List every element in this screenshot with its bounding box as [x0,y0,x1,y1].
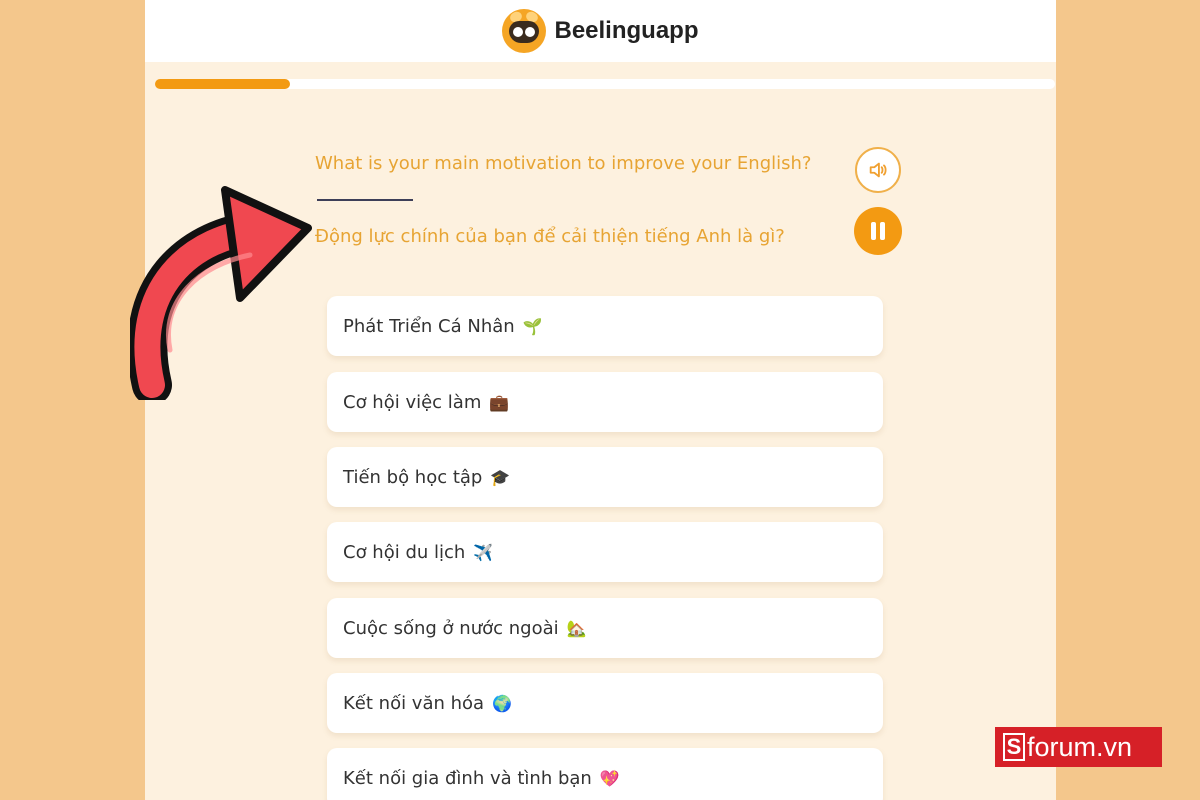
option-label: Cơ hội du lịch [343,541,466,563]
bee-face [509,21,540,43]
option-label: Kết nối văn hóa [343,692,485,714]
question-english: What is your main motivation to improve … [315,153,812,174]
sprout-icon: 🌱 [522,316,543,336]
sforum-logo-box: S [1003,733,1025,761]
option-travel-opportunities[interactable]: Cơ hội du lịch ✈️ [327,522,883,582]
globe-icon: 🌍 [492,693,512,713]
bee-logo-icon [502,9,547,53]
pause-icon [880,222,885,240]
option-life-abroad[interactable]: Cuộc sống ở nước ngoài 🏡 [327,598,883,658]
option-label: Cơ hội việc làm [343,391,482,413]
sforum-text: forum.vn [1027,731,1133,762]
option-academic-progress[interactable]: Tiến bộ học tập 🎓 [327,447,883,507]
graduation-cap-icon: 🎓 [490,467,511,487]
bee-eye-left [513,27,524,37]
option-cultural-connection[interactable]: Kết nối văn hóa 🌍 [327,673,883,733]
app-container: Beelinguapp What is your main motivation… [145,0,1056,800]
brand-name: Beelinguapp [554,17,699,44]
sforum-watermark: S forum.vn [995,727,1162,767]
option-family-friendship[interactable]: Kết nối gia đình và tình bạn 💖 [327,748,883,800]
option-job-opportunities[interactable]: Cơ hội việc làm 💼 [327,372,883,432]
briefcase-icon: 💼 [489,392,510,412]
brand: Beelinguapp [502,9,699,53]
house-icon: 🏡 [566,618,587,638]
option-label: Tiến bộ học tập [343,466,483,488]
red-curved-arrow-icon [130,186,312,400]
progress-fill [155,79,290,89]
bee-eye-right [525,27,536,37]
progress-bar [155,79,1055,89]
option-label: Kết nối gia đình và tình bạn [343,767,592,789]
option-label: Phát Triển Cá Nhân [343,315,515,337]
speaker-icon [869,162,887,178]
top-bar: Beelinguapp [145,0,1056,62]
option-personal-development[interactable]: Phát Triển Cá Nhân 🌱 [327,296,883,356]
pause-button[interactable] [854,207,902,255]
airplane-icon: ✈️ [473,542,494,562]
pause-icon [871,222,876,240]
option-label: Cuộc sống ở nước ngoài [343,617,559,639]
sound-button[interactable] [855,147,901,193]
heart-icon: 💖 [599,768,620,788]
question-vietnamese: Động lực chính của bạn để cải thiện tiến… [315,226,785,247]
question-divider [317,199,413,201]
